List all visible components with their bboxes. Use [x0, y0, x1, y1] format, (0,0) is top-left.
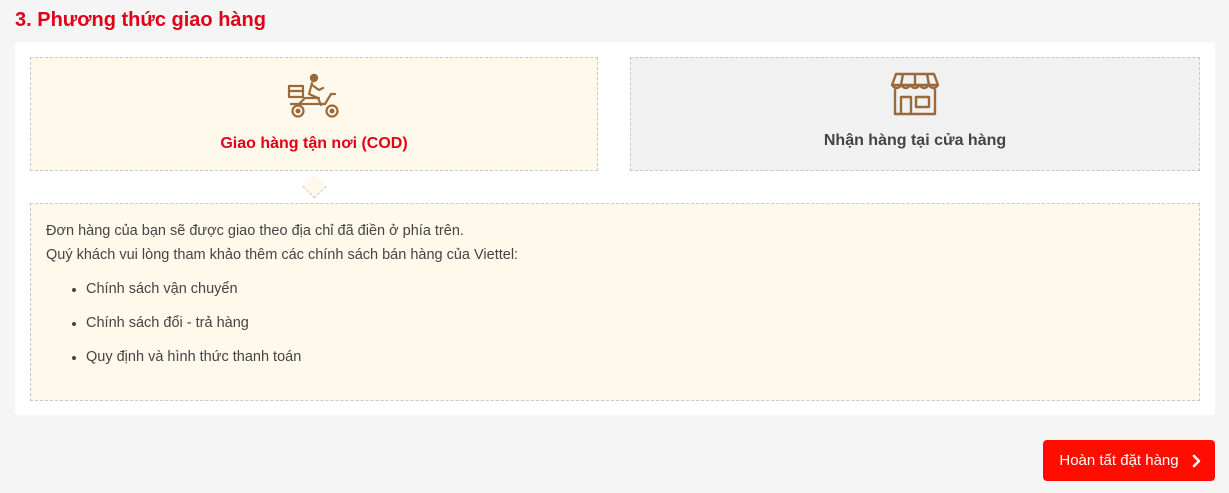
shipping-option-label: Nhận hàng tại cửa hàng [823, 132, 1007, 149]
shipping-option-store-pickup[interactable]: Nhận hàng tại cửa hàng [630, 57, 1200, 171]
complete-order-button[interactable]: Hoàn tất đặt hàng [1043, 440, 1215, 481]
shipping-info-box: Đơn hàng của bạn sẽ được giao theo địa c… [30, 203, 1200, 401]
info-text: Đơn hàng của bạn sẽ được giao theo địa c… [46, 223, 464, 239]
policy-link-payment[interactable]: Quy định và hình thức thanh toán [86, 339, 301, 373]
info-text: Quý khách vui lòng tham khảo thêm các ch… [46, 247, 519, 263]
policy-link-shipping[interactable]: Chính sách vận chuyển [86, 271, 301, 305]
shipping-option-cod[interactable]: Giao hàng tận nơi (COD) [30, 57, 598, 171]
delivery-scooter-icon [285, 72, 343, 125]
shipping-method-panel: Giao hàng tận nơi (COD) Nhận hàng tại cử… [15, 42, 1215, 415]
complete-order-label: Hoàn tất đặt hàng [1059, 452, 1179, 469]
policy-list: Chính sách vận chuyển Chính sách đổi - t… [31, 271, 301, 373]
chevron-right-icon [1189, 454, 1203, 468]
section-title: 3. Phương thức giao hàng [15, 9, 266, 31]
storefront-icon [890, 71, 940, 122]
selected-pointer [302, 174, 327, 199]
policy-link-return[interactable]: Chính sách đổi - trả hàng [86, 305, 301, 339]
shipping-option-label: Giao hàng tận nơi (COD) [220, 135, 408, 152]
